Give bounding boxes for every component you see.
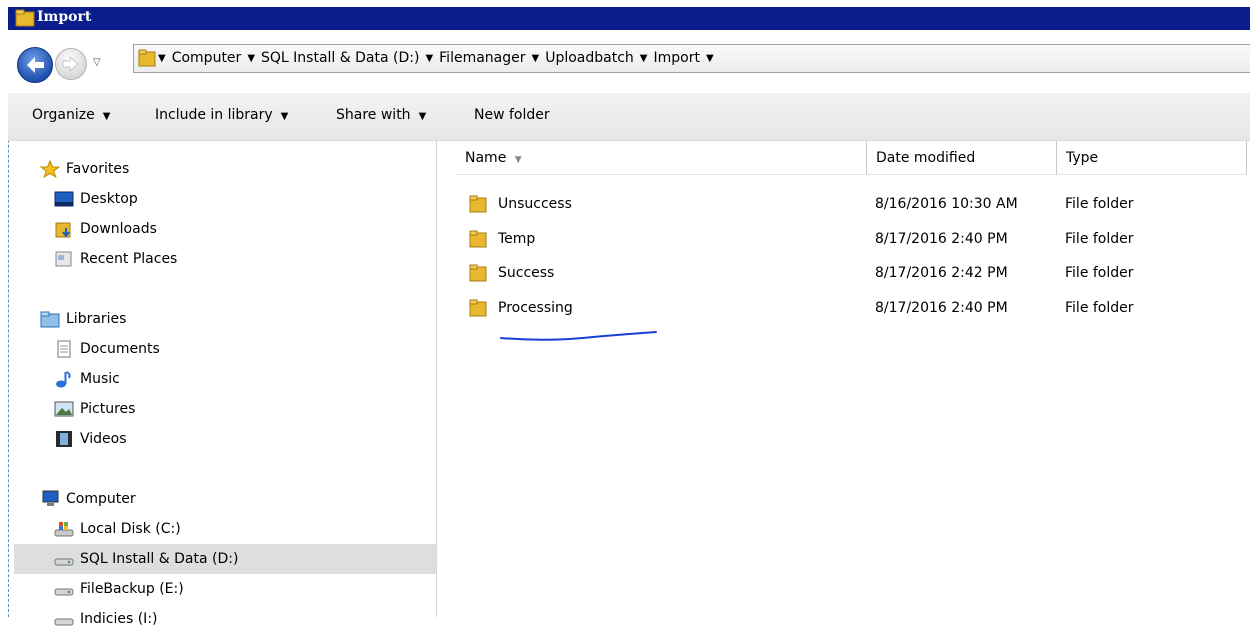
column-header-row: Name ▼ Date modified Type — [438, 141, 1250, 177]
nav-sql-install-data-d[interactable]: SQL Install & Data (D:) — [54, 550, 238, 568]
file-name: Processing — [498, 300, 573, 316]
folder-icon — [469, 195, 487, 213]
recent-places-icon — [55, 251, 72, 267]
sort-arrow-icon: ▼ — [514, 155, 522, 165]
forward-button[interactable] — [55, 48, 87, 80]
nav-music[interactable]: Music — [54, 370, 120, 388]
nav-downloads[interactable]: Downloads — [54, 220, 157, 238]
recent-pages-dropdown[interactable]: ▽ — [93, 57, 101, 68]
chevron-down-icon: ▼ — [425, 52, 434, 64]
nav-videos[interactable]: Videos — [54, 430, 127, 448]
nav-local-disk-c[interactable]: Local Disk (C:) — [54, 520, 181, 538]
share-with-button[interactable]: Share with ▼ — [336, 107, 426, 123]
breadcrumb-item[interactable]: ▼ Uploadbatch — [532, 50, 634, 66]
chevron-down-icon: ▼ — [639, 52, 648, 64]
column-header-date-modified[interactable]: Date modified — [867, 141, 1057, 175]
arrow-right-icon — [62, 55, 79, 73]
nav-documents[interactable]: Documents — [54, 340, 160, 358]
file-date: 8/16/2016 10:30 AM — [875, 196, 1018, 212]
chevron-down-icon: ▼ — [418, 111, 427, 122]
breadcrumb: ▼ Computer ▼ SQL Install & Data (D:) ▼ File… — [158, 50, 726, 66]
computer-icon — [42, 490, 59, 506]
file-row[interactable]: Processing 8/17/2016 2:40 PM File folder — [468, 294, 1248, 324]
file-name: Success — [498, 265, 555, 281]
folder-icon — [15, 9, 35, 27]
back-button[interactable] — [17, 47, 53, 83]
file-type: File folder — [1065, 265, 1134, 281]
window-title: Import — [37, 9, 92, 25]
nav-desktop[interactable]: Desktop — [54, 190, 138, 208]
chevron-down-icon: ▼ — [158, 52, 166, 64]
chevron-down-icon: ▼ — [705, 52, 714, 64]
new-folder-button[interactable]: New folder — [474, 107, 550, 123]
breadcrumb-item[interactable]: ▼ SQL Install & Data (D:) — [247, 50, 419, 66]
folder-icon — [469, 230, 487, 248]
chevron-down-icon: ▼ — [102, 111, 111, 122]
drive-icon — [54, 618, 74, 626]
file-date: 8/17/2016 2:40 PM — [875, 300, 1008, 316]
chevron-down-icon: ▼ — [531, 52, 540, 64]
file-date: 8/17/2016 2:40 PM — [875, 231, 1008, 247]
breadcrumb-item[interactable]: ▼ Filemanager — [425, 50, 525, 66]
command-bar: Organize ▼ Include in library ▼ Share with… — [8, 93, 1250, 141]
title-bar-background — [8, 7, 1250, 30]
pictures-icon — [54, 401, 74, 417]
star-icon — [40, 160, 60, 178]
system-drive-icon — [54, 522, 74, 537]
file-row[interactable]: Success 8/17/2016 2:42 PM File folder — [468, 259, 1248, 289]
nav-computer[interactable]: Computer — [40, 490, 136, 508]
drive-icon — [54, 588, 74, 596]
downloads-folder-icon — [55, 222, 71, 238]
documents-icon — [57, 340, 71, 358]
nav-indicies-i[interactable]: Indicies (I:) — [54, 610, 158, 628]
file-row[interactable]: Unsuccess 8/16/2016 10:30 AM File folder — [468, 190, 1248, 220]
title-bar: Import — [0, 0, 1250, 30]
organize-button[interactable]: Organize ▼ — [32, 107, 110, 123]
desktop-icon — [54, 191, 74, 207]
file-type: File folder — [1065, 196, 1134, 212]
arrow-left-icon — [27, 57, 44, 73]
breadcrumb-item[interactable]: ▼ Computer — [158, 50, 241, 66]
navigation-pane: Favorites Desktop Downloads Recent Place… — [14, 141, 437, 627]
nav-favorites[interactable]: Favorites — [40, 160, 129, 178]
file-name: Temp — [498, 231, 536, 247]
chevron-down-icon: ▼ — [280, 111, 289, 122]
folder-icon — [469, 299, 487, 317]
film-icon — [56, 431, 72, 447]
column-header-name[interactable]: Name ▼ — [456, 141, 867, 175]
file-type: File folder — [1065, 231, 1134, 247]
nav-libraries[interactable]: Libraries — [40, 310, 126, 328]
file-date: 8/17/2016 2:42 PM — [875, 265, 1008, 281]
include-in-library-button[interactable]: Include in library ▼ — [155, 107, 288, 123]
file-row[interactable]: Temp 8/17/2016 2:40 PM File folder — [468, 225, 1248, 255]
column-header-type[interactable]: Type — [1057, 141, 1247, 175]
breadcrumb-overflow[interactable]: ▼ — [706, 50, 720, 66]
chevron-down-icon: ▼ — [247, 52, 256, 64]
file-name: Unsuccess — [498, 196, 572, 212]
drive-icon — [54, 558, 74, 566]
annotation-underline — [500, 331, 657, 341]
libraries-icon — [40, 311, 60, 328]
folder-icon — [138, 49, 156, 67]
file-type: File folder — [1065, 300, 1134, 316]
music-note-icon — [56, 371, 71, 388]
nav-recent-places[interactable]: Recent Places — [54, 250, 177, 268]
folder-icon — [469, 264, 487, 282]
breadcrumb-item[interactable]: ▼ Import — [640, 50, 700, 66]
nav-pictures[interactable]: Pictures — [54, 400, 135, 418]
nav-filebackup-e[interactable]: FileBackup (E:) — [54, 580, 184, 598]
